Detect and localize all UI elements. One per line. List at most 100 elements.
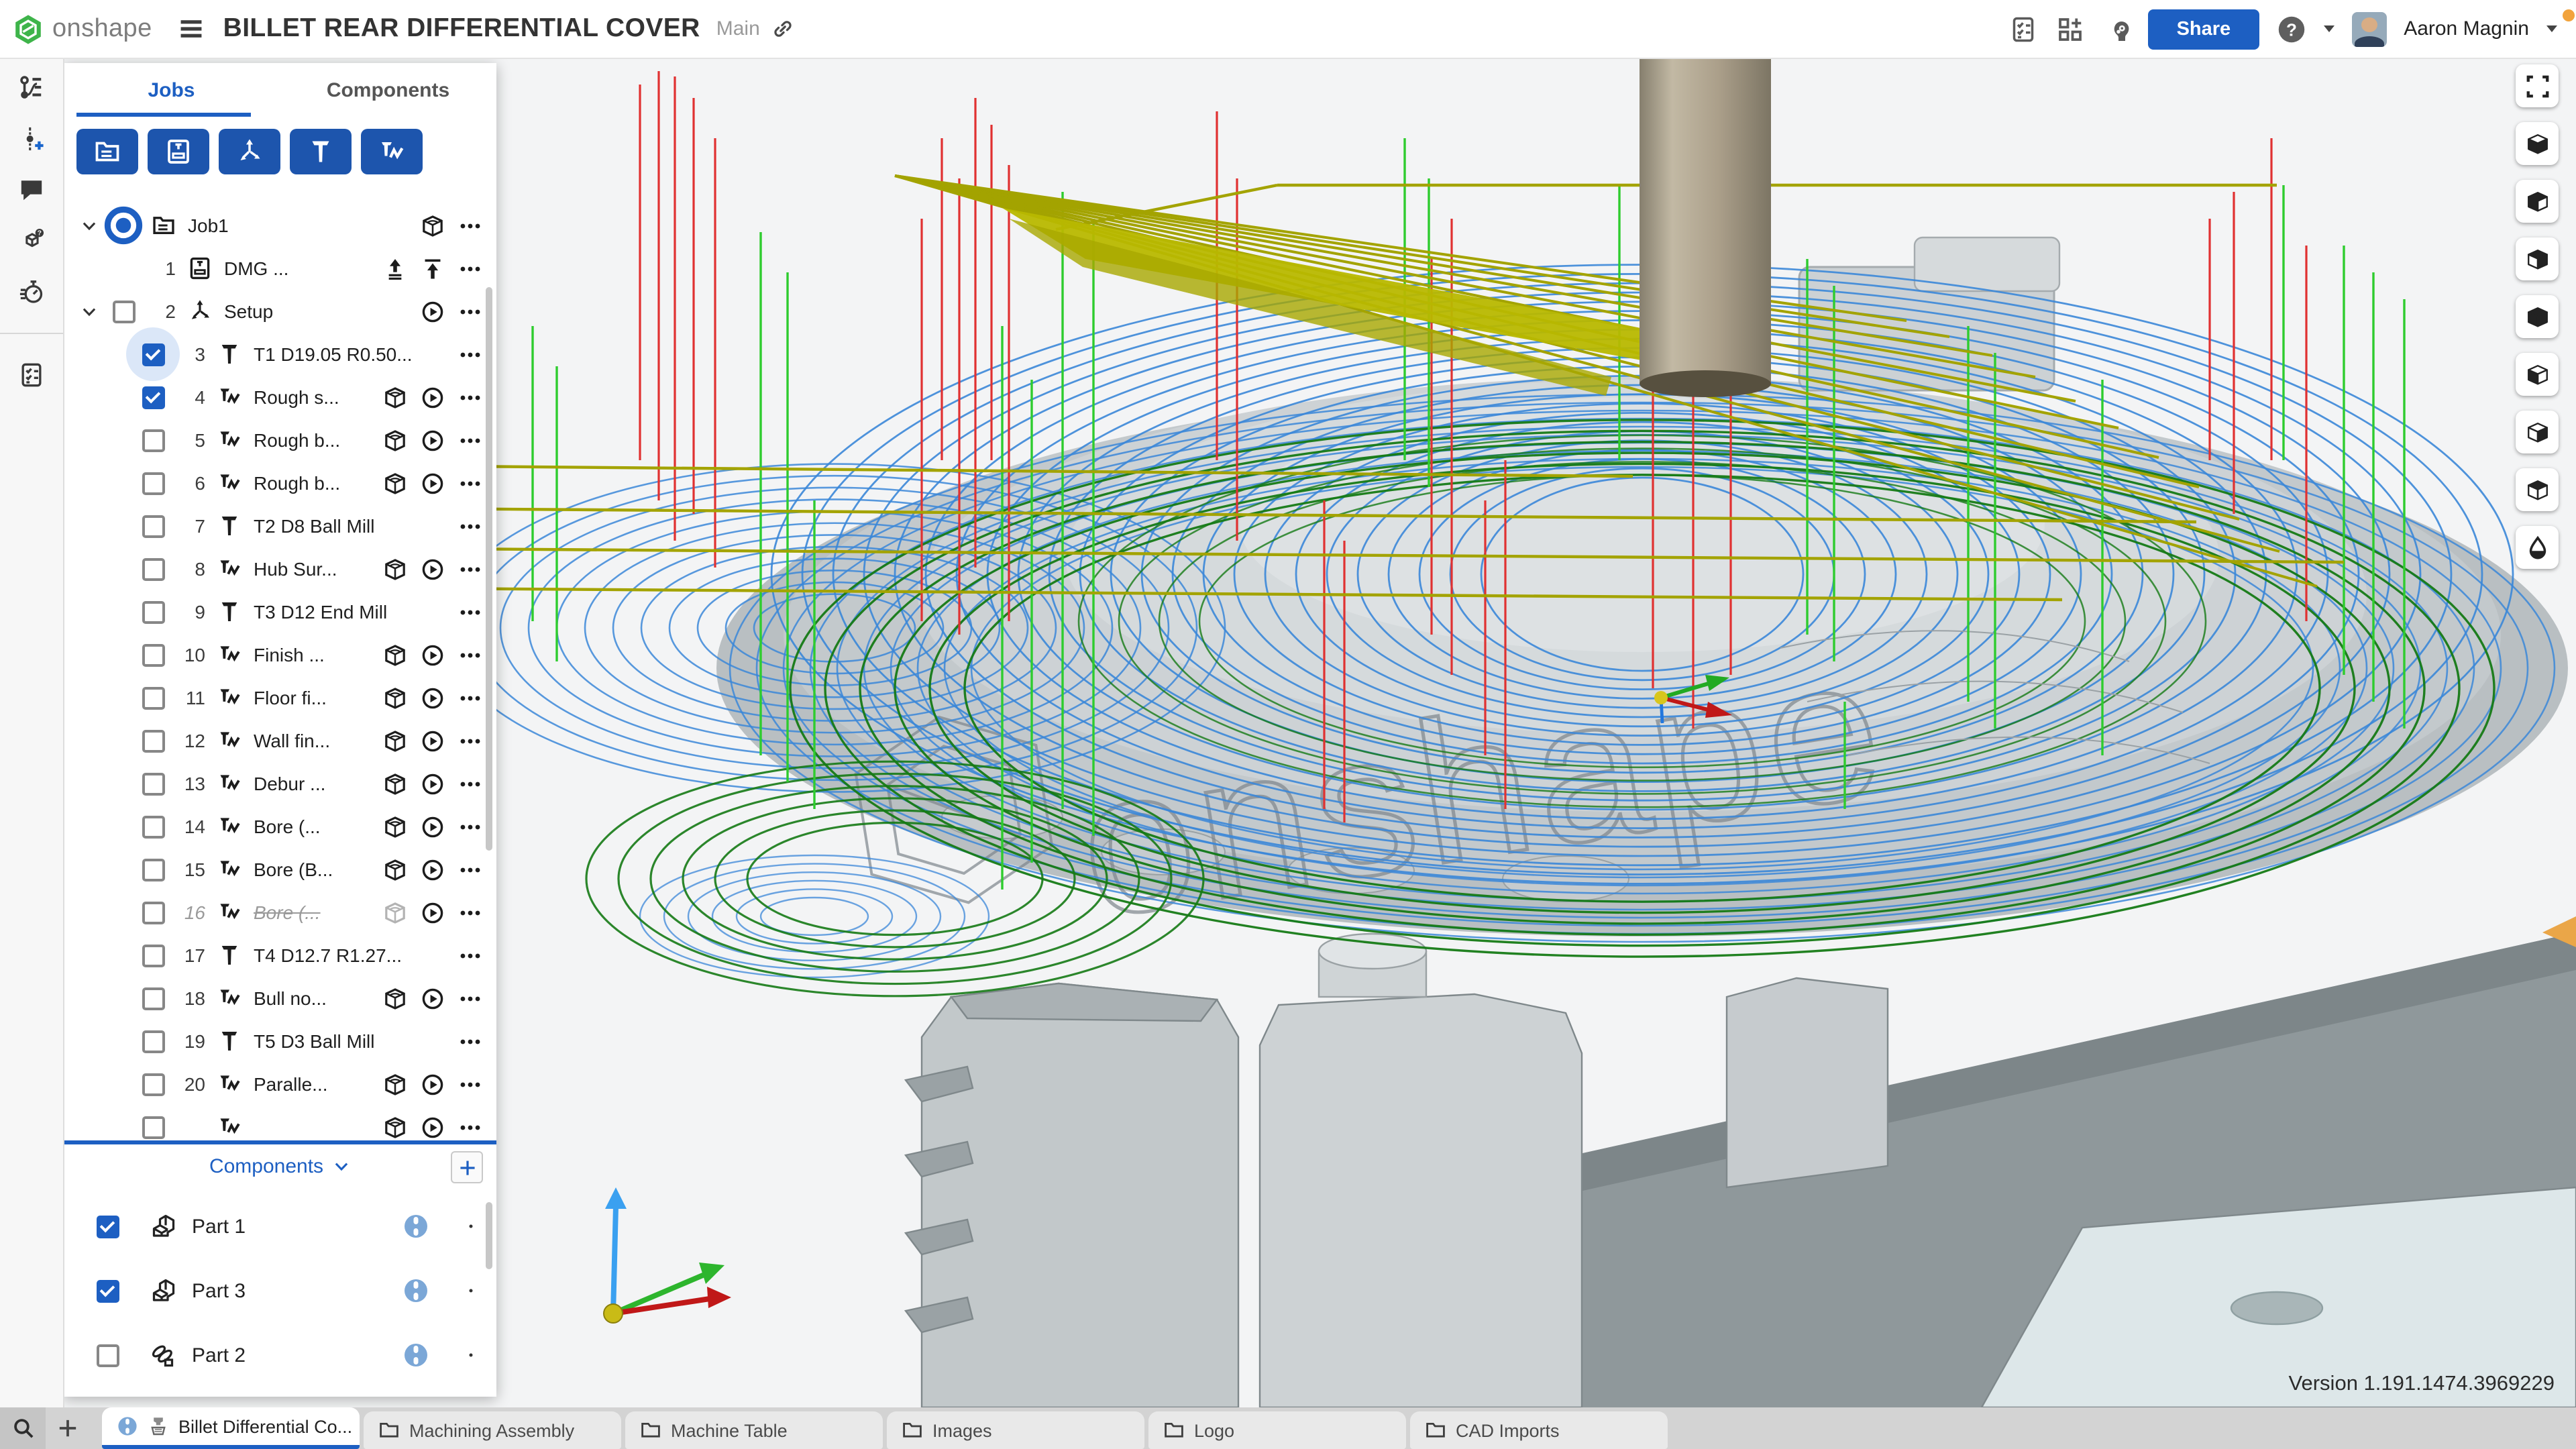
menu-icon[interactable] bbox=[451, 333, 488, 376]
play-icon[interactable] bbox=[413, 805, 451, 848]
jobs-tree-row[interactable]: 15Bore (B... bbox=[63, 848, 496, 891]
chevron-down-icon[interactable] bbox=[74, 204, 103, 247]
menu-icon[interactable] bbox=[451, 934, 488, 977]
play-icon[interactable] bbox=[413, 290, 451, 333]
component-row[interactable]: Part 3 bbox=[63, 1258, 496, 1323]
play-icon[interactable] bbox=[413, 1106, 451, 1140]
menu-icon[interactable] bbox=[451, 762, 488, 805]
component-row[interactable]: Part 1 bbox=[63, 1194, 496, 1258]
visibility-checkbox[interactable] bbox=[133, 1106, 173, 1140]
simulate-icon[interactable] bbox=[376, 805, 413, 848]
tab-jobs[interactable]: Jobs bbox=[63, 63, 280, 117]
visibility-checkbox[interactable] bbox=[133, 547, 173, 590]
jobs-tree-row[interactable] bbox=[63, 1106, 496, 1140]
visibility-checkbox[interactable] bbox=[133, 462, 173, 504]
visibility-checkbox[interactable] bbox=[133, 590, 173, 633]
tab-components[interactable]: Components bbox=[280, 63, 496, 117]
jobs-tree-row[interactable]: 6Rough b... bbox=[63, 462, 496, 504]
simulate-icon[interactable] bbox=[376, 547, 413, 590]
jobs-tree-row[interactable]: 16Bore (... bbox=[63, 891, 496, 934]
visibility-checkbox[interactable] bbox=[133, 719, 173, 762]
view-cube-3-button[interactable] bbox=[2516, 237, 2559, 280]
learning-center-icon[interactable] bbox=[2104, 15, 2131, 42]
menu-icon[interactable] bbox=[451, 891, 488, 934]
new-tab-button[interactable] bbox=[46, 1407, 89, 1449]
tab-search-button[interactable] bbox=[0, 1407, 46, 1449]
menu-icon[interactable] bbox=[451, 848, 488, 891]
section-view-button[interactable] bbox=[2516, 526, 2559, 569]
play-icon[interactable] bbox=[413, 633, 451, 676]
instance-icon[interactable] bbox=[402, 1342, 429, 1368]
visibility-checkbox[interactable] bbox=[133, 1020, 173, 1063]
workspace-name[interactable]: Main bbox=[716, 17, 760, 40]
visibility-checkbox[interactable] bbox=[103, 290, 144, 333]
simulate-icon[interactable] bbox=[376, 762, 413, 805]
menu-icon[interactable] bbox=[451, 462, 488, 504]
view-cube-5-button[interactable] bbox=[2516, 353, 2559, 396]
jobs-tree-row[interactable]: 13Debur ... bbox=[63, 762, 496, 805]
simulate-icon[interactable] bbox=[376, 676, 413, 719]
document-tab[interactable]: Logo bbox=[1148, 1411, 1406, 1449]
help-caret-icon[interactable] bbox=[2323, 25, 2334, 32]
jobs-tree-row[interactable]: 17T4 D12.7 R1.27... bbox=[63, 934, 496, 977]
version-history-icon[interactable] bbox=[19, 75, 44, 101]
view-cube-2-button[interactable] bbox=[2516, 180, 2559, 223]
toolbar-operation-button[interactable] bbox=[361, 129, 423, 174]
simulate-icon[interactable] bbox=[376, 977, 413, 1020]
menu-icon[interactable] bbox=[451, 676, 488, 719]
user-name[interactable]: Aaron Magnin bbox=[2404, 17, 2529, 40]
visibility-checkbox[interactable] bbox=[133, 633, 173, 676]
model-help-icon[interactable]: ? bbox=[19, 228, 44, 254]
menu-icon[interactable] bbox=[451, 204, 488, 247]
simulate-icon[interactable] bbox=[376, 633, 413, 676]
play-icon[interactable] bbox=[413, 848, 451, 891]
menu-icon[interactable] bbox=[451, 1063, 488, 1106]
visibility-checkbox[interactable] bbox=[133, 805, 173, 848]
visibility-checkbox[interactable] bbox=[133, 1063, 173, 1106]
play-icon[interactable] bbox=[413, 762, 451, 805]
menu-icon[interactable] bbox=[451, 247, 488, 290]
comments-icon[interactable] bbox=[19, 177, 44, 203]
play-icon[interactable] bbox=[413, 719, 451, 762]
followed-checklist-icon[interactable] bbox=[19, 362, 44, 388]
upload-top-icon[interactable] bbox=[413, 247, 451, 290]
menu-icon[interactable] bbox=[451, 547, 488, 590]
help-icon[interactable]: ? bbox=[2276, 14, 2306, 44]
jobs-tree-row[interactable]: 12Wall fin... bbox=[63, 719, 496, 762]
jobs-tree-row[interactable]: 18Bull no... bbox=[63, 977, 496, 1020]
view-cube-1-button[interactable] bbox=[2516, 122, 2559, 165]
instance-icon[interactable] bbox=[402, 1213, 429, 1240]
jobs-tree-row[interactable]: 11Floor fi... bbox=[63, 676, 496, 719]
jobs-tree-row[interactable]: 8Hub Sur... bbox=[63, 547, 496, 590]
menu-icon[interactable] bbox=[451, 590, 488, 633]
menu-dot-icon[interactable] bbox=[464, 1220, 478, 1233]
jobs-tree-row[interactable]: 2Setup bbox=[63, 290, 496, 333]
jobs-scrollbar[interactable] bbox=[486, 287, 492, 851]
visibility-checkbox[interactable] bbox=[87, 1205, 127, 1248]
play-icon[interactable] bbox=[413, 462, 451, 504]
visibility-checkbox[interactable] bbox=[87, 1269, 127, 1312]
user-caret-icon[interactable] bbox=[2546, 25, 2557, 32]
visibility-checkbox[interactable] bbox=[133, 419, 173, 462]
menu-icon[interactable] bbox=[451, 1020, 488, 1063]
play-icon[interactable] bbox=[413, 547, 451, 590]
jobs-tree-row[interactable]: 3T1 D19.05 R0.50... bbox=[63, 333, 496, 376]
menu-icon[interactable] bbox=[451, 419, 488, 462]
menu-dot-icon[interactable] bbox=[464, 1284, 478, 1297]
document-tab[interactable]: Machining Assembly bbox=[364, 1411, 621, 1449]
visibility-checkbox[interactable] bbox=[133, 676, 173, 719]
menu-dot-icon[interactable] bbox=[464, 1348, 478, 1362]
chevron-down-icon[interactable] bbox=[74, 290, 103, 333]
visibility-checkbox[interactable] bbox=[133, 504, 173, 547]
view-cube-6-button[interactable] bbox=[2516, 411, 2559, 453]
jobs-tree-row[interactable]: 20Paralle... bbox=[63, 1063, 496, 1106]
visibility-checkbox[interactable] bbox=[133, 891, 173, 934]
menu-icon[interactable] bbox=[451, 977, 488, 1020]
simulate-icon[interactable] bbox=[376, 1063, 413, 1106]
components-header-label[interactable]: Components bbox=[209, 1155, 323, 1178]
jobs-tree-row[interactable]: 5Rough b... bbox=[63, 419, 496, 462]
simulate-icon[interactable] bbox=[376, 891, 413, 934]
toolbar-tool-button[interactable] bbox=[290, 129, 352, 174]
play-icon[interactable] bbox=[413, 376, 451, 419]
jobs-tree-row[interactable]: 14Bore (... bbox=[63, 805, 496, 848]
